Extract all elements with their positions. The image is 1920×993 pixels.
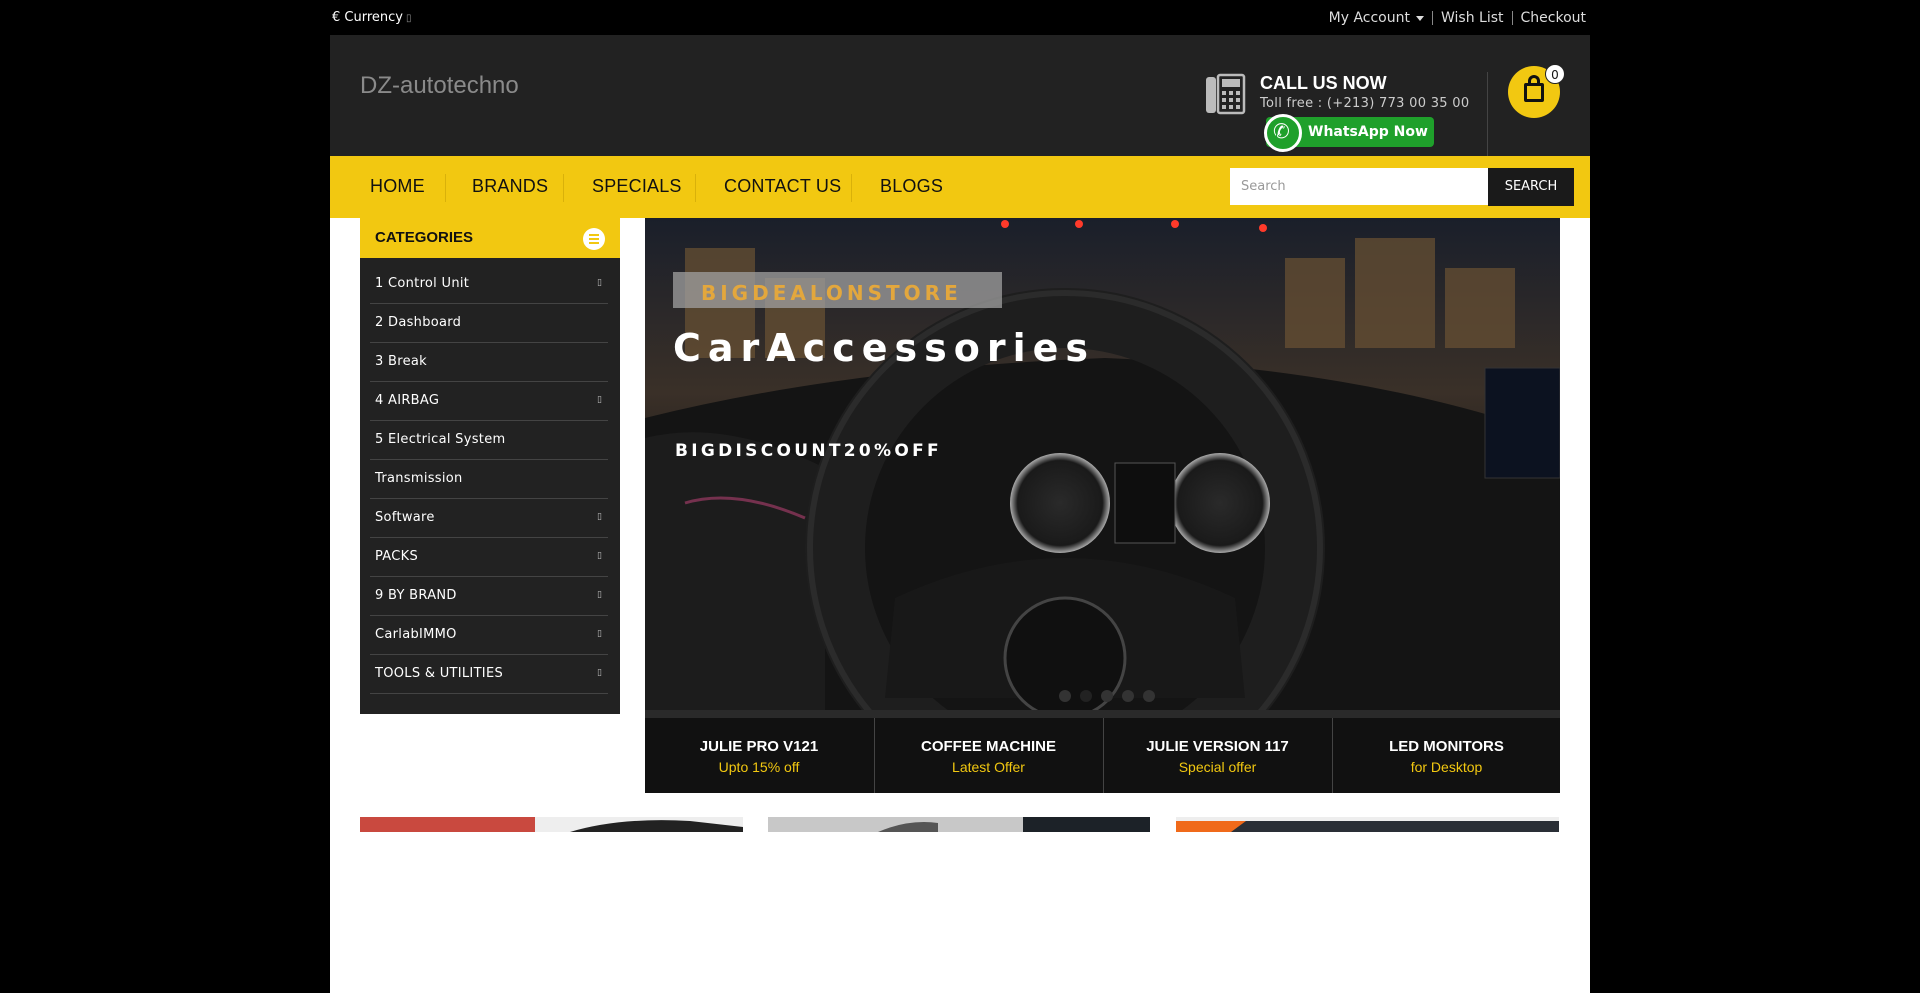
promo-image — [1176, 817, 1559, 832]
main-nav: HOME BRANDS SPECIALS CONTACT US BLOGS Se… — [330, 156, 1590, 218]
offer-item[interactable]: LED MONITORS for Desktop — [1332, 718, 1560, 793]
categories-header[interactable]: CATEGORIES — [360, 218, 620, 258]
offer-subtitle: for Desktop — [1410, 759, 1483, 775]
cart-button[interactable]: 0 — [1508, 64, 1565, 118]
promo-image — [768, 817, 1150, 832]
offer-item[interactable]: JULIE PRO V121 Upto 15% off — [645, 718, 873, 793]
slider-dot[interactable] — [1122, 690, 1134, 702]
category-label: 3 Break — [375, 354, 427, 369]
my-account-link[interactable]: My Account — [1321, 10, 1432, 26]
category-item[interactable]: 4 AIRBAG ▯ — [370, 382, 608, 421]
divider — [1487, 72, 1488, 158]
offer-title: LED MONITORS — [1389, 738, 1504, 755]
wish-list-link[interactable]: Wish List — [1433, 10, 1512, 26]
chevron-right-icon: ▯ — [597, 278, 602, 288]
offer-title: COFFEE MACHINE — [921, 738, 1056, 755]
slider-dots — [1059, 690, 1155, 702]
category-label: CarlabIMMO — [375, 627, 457, 642]
category-label: 4 AIRBAG — [375, 393, 440, 408]
banner-title: CarAccessories — [673, 326, 1096, 370]
hero-banner[interactable]: BIGDEALONSTORE CarAccessories BIGDISCOUN… — [645, 218, 1560, 718]
currency-selector[interactable]: € Currency ▯ — [332, 10, 412, 25]
offer-item[interactable]: JULIE VERSION 117 Special offer — [1103, 718, 1331, 793]
category-item[interactable]: CarlabIMMO ▯ — [370, 616, 608, 655]
divider — [563, 174, 564, 202]
offer-subtitle: Upto 15% off — [718, 759, 800, 775]
my-account-label: My Account — [1328, 10, 1410, 26]
category-item[interactable]: TOOLS & UTILITIES ▯ — [370, 655, 608, 694]
search-button[interactable]: SEARCH — [1488, 168, 1574, 206]
category-item[interactable]: 3 Break — [370, 343, 608, 382]
nav-item-home[interactable]: HOME — [370, 176, 425, 197]
chevron-down-icon: ▯ — [405, 13, 412, 24]
category-label: TOOLS & UTILITIES — [375, 666, 504, 681]
page-container: DZ-autotechno CALL US NOW Toll free : (+… — [330, 35, 1590, 993]
nav-item-blogs[interactable]: BLOGS — [880, 176, 943, 197]
promo-banner[interactable] — [768, 817, 1150, 832]
chevron-right-icon: ▯ — [597, 551, 602, 561]
promo-banner[interactable] — [360, 817, 743, 832]
nav-item-contact-us[interactable]: CONTACT US — [724, 176, 841, 197]
offer-subtitle: Special offer — [1178, 759, 1257, 775]
category-item[interactable]: 9 BY BRAND ▯ — [370, 577, 608, 616]
divider — [695, 174, 696, 202]
caret-down-icon — [1415, 15, 1424, 21]
whatsapp-button[interactable]: WhatsApp Now — [1264, 114, 1434, 152]
category-item[interactable]: PACKS ▯ — [370, 538, 608, 577]
call-us-title: CALL US NOW — [1260, 73, 1387, 93]
category-item[interactable]: Software ▯ — [370, 499, 608, 538]
category-label: Transmission — [375, 471, 463, 486]
nav-item-specials[interactable]: SPECIALS — [592, 176, 682, 197]
whatsapp-icon — [1264, 114, 1302, 152]
offers-strip: JULIE PRO V121 Upto 15% off COFFEE MACHI… — [645, 718, 1560, 793]
banner-brand: BIGDEALONSTORE — [701, 281, 962, 305]
category-item[interactable]: 1 Control Unit ▯ — [370, 265, 608, 304]
promo-image — [360, 817, 743, 832]
site-logo[interactable]: DZ-autotechno — [360, 72, 519, 100]
chevron-right-icon: ▯ — [597, 668, 602, 678]
chevron-right-icon: ▯ — [597, 395, 602, 405]
category-label: 9 BY BRAND — [375, 588, 457, 603]
currency-label: € Currency — [332, 10, 403, 25]
top-links: My Account Wish List Checkout — [1321, 10, 1586, 26]
shopping-bag-icon — [1524, 83, 1544, 102]
phone-number: Toll free : (+213) 773 00 35 00 — [1260, 96, 1470, 111]
offer-item[interactable]: COFFEE MACHINE Latest Offer — [874, 718, 1102, 793]
checkout-link[interactable]: Checkout — [1513, 10, 1587, 26]
search-input[interactable]: Search — [1230, 168, 1488, 205]
promo-banner[interactable] — [1176, 817, 1559, 832]
top-bar: € Currency ▯ My Account Wish List Checkou… — [0, 0, 1920, 35]
slider-dot[interactable] — [1101, 690, 1113, 702]
nav-item-brands[interactable]: BRANDS — [472, 176, 548, 197]
site-header: DZ-autotechno CALL US NOW Toll free : (+… — [330, 35, 1590, 158]
category-item[interactable]: 2 Dashboard — [370, 304, 608, 343]
category-item[interactable]: Transmission — [370, 460, 608, 499]
category-item[interactable]: 5 Electrical System — [370, 421, 608, 460]
slider-dot[interactable] — [1143, 690, 1155, 702]
banner-subtitle: BIGDISCOUNT20%OFF — [675, 441, 942, 461]
divider — [445, 174, 446, 202]
category-label: 1 Control Unit — [375, 276, 470, 291]
offer-title: JULIE PRO V121 — [699, 738, 819, 755]
offer-title: JULIE VERSION 117 — [1146, 738, 1289, 755]
slider-dot[interactable] — [1080, 690, 1092, 702]
menu-icon[interactable] — [583, 228, 605, 250]
categories-title: CATEGORIES — [375, 229, 474, 246]
categories-panel: CATEGORIES 1 Control Unit ▯ 2 Dashboard 3 B… — [360, 218, 620, 714]
whatsapp-label: WhatsApp Now — [1308, 124, 1428, 140]
cart-count-badge: 0 — [1545, 64, 1565, 84]
divider — [851, 174, 852, 202]
slider-dot[interactable] — [1059, 690, 1071, 702]
category-label: Software — [375, 510, 435, 525]
chevron-right-icon: ▯ — [597, 512, 602, 522]
chevron-right-icon: ▯ — [597, 590, 602, 600]
category-label: PACKS — [375, 549, 419, 564]
chevron-right-icon: ▯ — [597, 629, 602, 639]
category-label: 5 Electrical System — [375, 432, 506, 447]
telephone-icon — [1206, 73, 1246, 115]
offer-subtitle: Latest Offer — [952, 759, 1025, 775]
category-label: 2 Dashboard — [375, 315, 462, 330]
